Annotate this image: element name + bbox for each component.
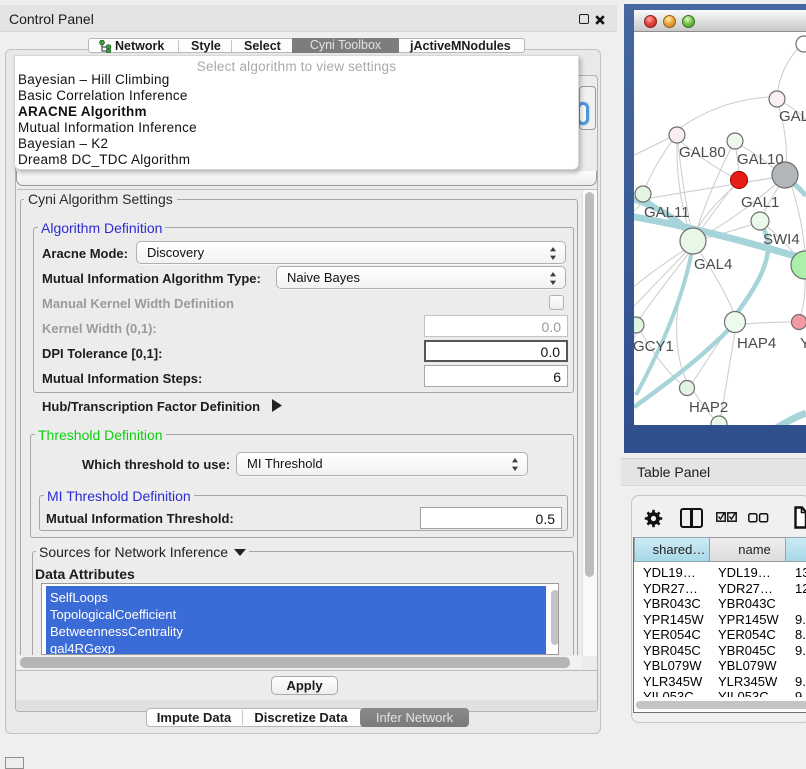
svg-text:HAP2: HAP2: [689, 399, 728, 416]
svg-text:SWI4: SWI4: [763, 231, 800, 248]
svg-text:GAL10: GAL10: [737, 151, 784, 168]
svg-text:GAL11: GAL11: [644, 204, 690, 221]
svg-text:GAL4: GAL4: [694, 256, 732, 273]
svg-text:HAP4: HAP4: [737, 335, 776, 352]
svg-text:GAL80: GAL80: [679, 144, 726, 161]
svg-text:GAL1: GAL1: [741, 194, 779, 211]
svg-text:YM: YM: [800, 335, 806, 352]
svg-text:GCY1: GCY1: [634, 338, 674, 355]
svg-text:GAL2: GAL2: [779, 108, 806, 125]
